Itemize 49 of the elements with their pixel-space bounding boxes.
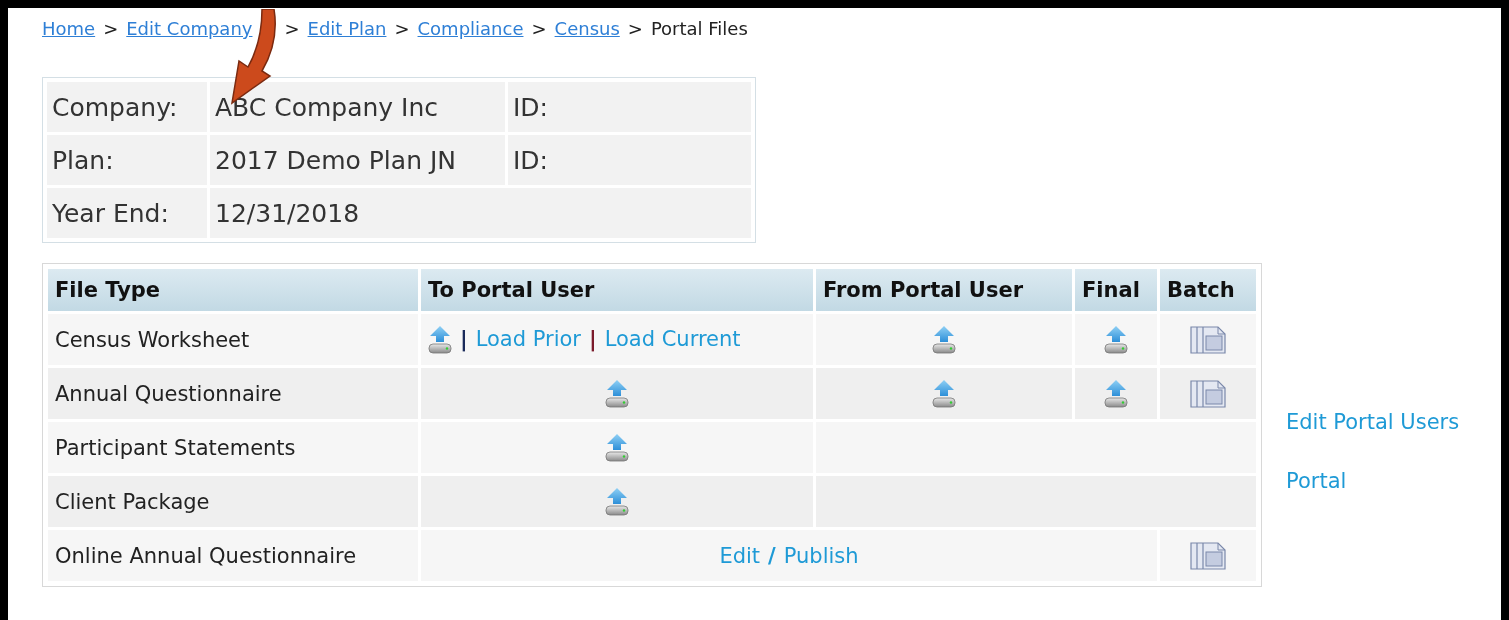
upload-icon[interactable] (428, 324, 452, 355)
batch-icon[interactable] (1190, 325, 1226, 354)
upload-icon[interactable] (1104, 324, 1128, 355)
file-type-cell: Online Annual Questionnaire (48, 530, 418, 581)
breadcrumb-current: Portal Files (650, 18, 748, 39)
breadcrumb-separator: > (627, 18, 643, 39)
id-label: ID: (508, 82, 751, 132)
breadcrumb-link[interactable]: Compliance (417, 18, 524, 39)
column-header: File Type (48, 269, 418, 311)
link-separator: | (589, 326, 597, 351)
breadcrumb-separator: > (103, 18, 119, 39)
breadcrumb-link[interactable]: Home (42, 18, 96, 39)
action-link[interactable]: Edit (719, 543, 761, 568)
breadcrumb-separator: > (284, 18, 300, 39)
upload-icon[interactable] (932, 324, 956, 355)
file-type-cell: Annual Questionnaire (48, 368, 418, 419)
batch-icon[interactable] (1190, 379, 1226, 408)
breadcrumb-separator: > (531, 18, 547, 39)
upload-icon[interactable] (932, 378, 956, 409)
field-label: Year End: (47, 188, 207, 238)
breadcrumb-link[interactable]: Census (554, 18, 620, 39)
link-separator: | (460, 326, 468, 351)
upload-icon[interactable] (605, 378, 629, 409)
id-label: ID: (508, 135, 751, 185)
column-header: From Portal User (816, 269, 1072, 311)
upload-icon[interactable] (605, 486, 629, 517)
field-label: Plan: (47, 135, 207, 185)
upload-icon[interactable] (1104, 378, 1128, 409)
side-link[interactable]: Portal (1286, 467, 1460, 497)
upload-icon[interactable] (605, 432, 629, 463)
file-type-cell: Census Worksheet (48, 314, 418, 365)
side-link[interactable]: Edit Portal Users (1286, 408, 1460, 438)
breadcrumb-link[interactable]: Edit Company (126, 18, 253, 39)
action-link[interactable]: Load Prior (475, 326, 581, 351)
field-value: 2017 Demo Plan JN (210, 135, 505, 185)
breadcrumb-link[interactable]: Edit Plan (307, 18, 387, 39)
link-separator: / (768, 543, 776, 568)
field-label: Company: (47, 82, 207, 132)
column-header: Final (1075, 269, 1157, 311)
action-link[interactable]: Load Current (604, 326, 741, 351)
action-link[interactable]: Publish (783, 543, 859, 568)
batch-icon[interactable] (1190, 541, 1226, 570)
file-type-cell: Client Package (48, 476, 418, 527)
field-value: ABC Company Inc (210, 82, 505, 132)
field-value: 12/31/2018 (210, 188, 751, 238)
breadcrumb-separator: > (394, 18, 410, 39)
column-header: Batch (1160, 269, 1256, 311)
column-header: To Portal User (421, 269, 813, 311)
file-type-cell: Participant Statements (48, 422, 418, 473)
